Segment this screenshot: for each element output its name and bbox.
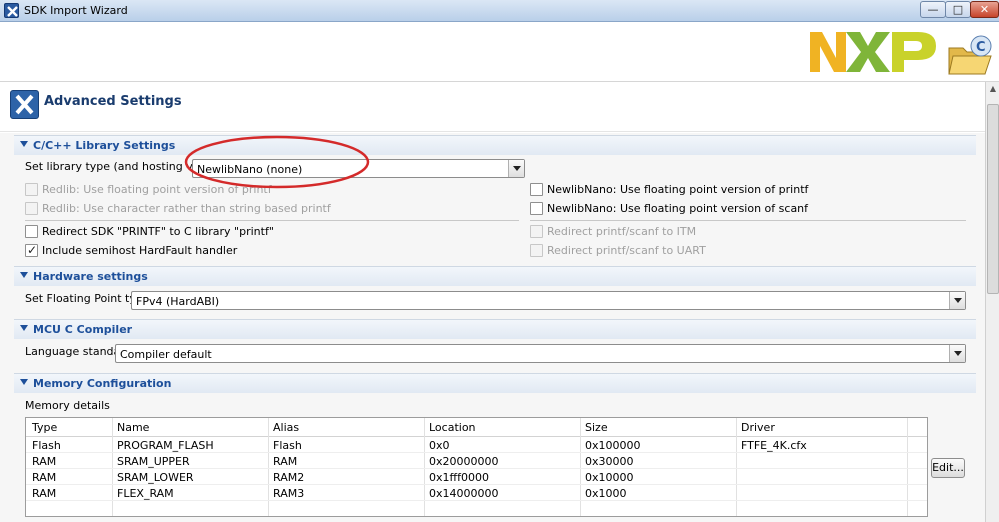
table-row[interactable]: RAM FLEX_RAM RAM3 0x14000000 0x1000 bbox=[26, 485, 927, 501]
redirect-itm-label: Redirect printf/scanf to ITM bbox=[547, 225, 697, 238]
redlib-float-label: Redlib: Use floating point version of pr… bbox=[42, 183, 272, 196]
section-hardware[interactable]: Hardware settings bbox=[14, 266, 976, 286]
table-cell: 0x20000000 bbox=[429, 455, 499, 468]
maximize-button[interactable]: □ bbox=[945, 1, 971, 18]
table-cell: RAM bbox=[32, 487, 57, 500]
fp-type-value: FPv4 (HardABI) bbox=[136, 295, 220, 308]
table-cell: SRAM_LOWER bbox=[117, 471, 194, 484]
table-cell: 0x10000 bbox=[585, 471, 634, 484]
wizard-x-icon bbox=[10, 90, 39, 119]
collapse-triangle-icon[interactable] bbox=[20, 325, 28, 331]
section-library[interactable]: C/C++ Library Settings bbox=[14, 135, 976, 155]
table-row[interactable]: RAM SRAM_UPPER RAM 0x20000000 0x30000 bbox=[26, 453, 927, 469]
newlib-float-scanf-checkbox[interactable] bbox=[530, 202, 543, 215]
language-standard-select[interactable]: Compiler default bbox=[115, 344, 966, 363]
column-header[interactable]: Size bbox=[585, 421, 608, 434]
section-hardware-label: Hardware settings bbox=[33, 270, 148, 283]
app-x-icon bbox=[4, 3, 19, 18]
column-header[interactable]: Alias bbox=[273, 421, 299, 434]
chevron-down-icon[interactable] bbox=[949, 345, 965, 362]
svg-text:C: C bbox=[976, 40, 986, 55]
page-header: Advanced Settings bbox=[0, 82, 985, 132]
folder-c-icon: C bbox=[948, 35, 992, 75]
title-bar: SDK Import Wizard — □ ✕ bbox=[0, 0, 999, 22]
table-cell: 0x1fff0000 bbox=[429, 471, 489, 484]
check-icon: ✓ bbox=[27, 243, 38, 257]
newlib-float-printf-checkbox[interactable] bbox=[530, 183, 543, 196]
close-button[interactable]: ✕ bbox=[970, 1, 999, 18]
language-standard-value: Compiler default bbox=[120, 348, 212, 361]
table-cell: RAM2 bbox=[273, 471, 305, 484]
redirect-sdk-label: Redirect SDK "PRINTF" to C library "prin… bbox=[42, 225, 274, 238]
section-memory[interactable]: Memory Configuration bbox=[14, 373, 976, 393]
collapse-triangle-icon[interactable] bbox=[20, 272, 28, 278]
wizard-banner: C bbox=[0, 22, 999, 82]
column-header[interactable]: Location bbox=[429, 421, 476, 434]
vertical-scrollbar[interactable]: ▲ bbox=[985, 82, 999, 522]
table-cell: FTFE_4K.cfx bbox=[741, 439, 807, 452]
chevron-down-icon[interactable] bbox=[508, 160, 524, 177]
table-cell: Flash bbox=[32, 439, 61, 452]
section-library-label: C/C++ Library Settings bbox=[33, 139, 176, 152]
memory-table[interactable]: Type Name Alias Location Size Driver Fla… bbox=[25, 417, 928, 517]
divider bbox=[25, 220, 519, 221]
library-type-value: NewlibNano (none) bbox=[197, 163, 303, 176]
section-memory-label: Memory Configuration bbox=[33, 377, 172, 390]
redirect-itm-checkbox[interactable] bbox=[530, 225, 543, 238]
divider bbox=[530, 220, 966, 221]
table-cell: PROGRAM_FLASH bbox=[117, 439, 214, 452]
table-header: Type Name Alias Location Size Driver bbox=[26, 418, 927, 437]
redirect-sdk-checkbox[interactable] bbox=[25, 225, 38, 238]
redirect-uart-label: Redirect printf/scanf to UART bbox=[547, 244, 706, 257]
table-cell: 0x100000 bbox=[585, 439, 641, 452]
scroll-thumb[interactable] bbox=[987, 104, 999, 294]
table-cell: RAM bbox=[32, 455, 57, 468]
collapse-triangle-icon[interactable] bbox=[20, 379, 28, 385]
table-cell: Flash bbox=[273, 439, 302, 452]
include-semihost-label: Include semihost HardFault handler bbox=[42, 244, 238, 257]
nxp-logo bbox=[810, 32, 936, 72]
table-cell: 0x1000 bbox=[585, 487, 627, 500]
table-cell: 0x0 bbox=[429, 439, 450, 452]
table-cell: RAM3 bbox=[273, 487, 305, 500]
table-cell: RAM bbox=[273, 455, 298, 468]
table-cell: 0x30000 bbox=[585, 455, 634, 468]
redlib-float-checkbox[interactable] bbox=[25, 183, 38, 196]
table-cell: FLEX_RAM bbox=[117, 487, 174, 500]
column-header[interactable]: Name bbox=[117, 421, 149, 434]
memory-details-label: Memory details bbox=[25, 399, 110, 412]
column-header[interactable]: Type bbox=[32, 421, 57, 434]
newlib-float-scanf-label: NewlibNano: Use floating point version o… bbox=[547, 202, 809, 215]
fp-type-select[interactable]: FPv4 (HardABI) bbox=[131, 291, 966, 310]
edit-memory-button[interactable]: Edit... bbox=[931, 458, 965, 478]
table-cell: SRAM_UPPER bbox=[117, 455, 190, 468]
scroll-up-icon[interactable]: ▲ bbox=[987, 82, 999, 96]
library-type-select[interactable]: NewlibNano (none) bbox=[192, 159, 525, 178]
table-cell: RAM bbox=[32, 471, 57, 484]
window-title: SDK Import Wizard bbox=[24, 4, 128, 17]
table-cell: 0x14000000 bbox=[429, 487, 499, 500]
table-row[interactable]: RAM SRAM_LOWER RAM2 0x1fff0000 0x10000 bbox=[26, 469, 927, 485]
column-header[interactable]: Driver bbox=[741, 421, 775, 434]
newlib-float-printf-label: NewlibNano: Use floating point version o… bbox=[547, 183, 809, 196]
section-compiler-label: MCU C Compiler bbox=[33, 323, 133, 336]
settings-content: C/C++ Library Settings Set library type … bbox=[0, 133, 985, 522]
collapse-triangle-icon[interactable] bbox=[20, 141, 28, 147]
section-compiler[interactable]: MCU C Compiler bbox=[14, 319, 976, 339]
table-row[interactable]: Flash PROGRAM_FLASH Flash 0x0 0x100000 F… bbox=[26, 437, 927, 453]
minimize-button[interactable]: — bbox=[920, 1, 946, 18]
page-title: Advanced Settings bbox=[44, 94, 182, 109]
chevron-down-icon[interactable] bbox=[949, 292, 965, 309]
redirect-uart-checkbox[interactable] bbox=[530, 244, 543, 257]
include-semihost-checkbox[interactable]: ✓ bbox=[25, 243, 38, 257]
redlib-char-label: Redlib: Use character rather than string… bbox=[42, 202, 331, 215]
redlib-char-checkbox[interactable] bbox=[25, 202, 38, 215]
